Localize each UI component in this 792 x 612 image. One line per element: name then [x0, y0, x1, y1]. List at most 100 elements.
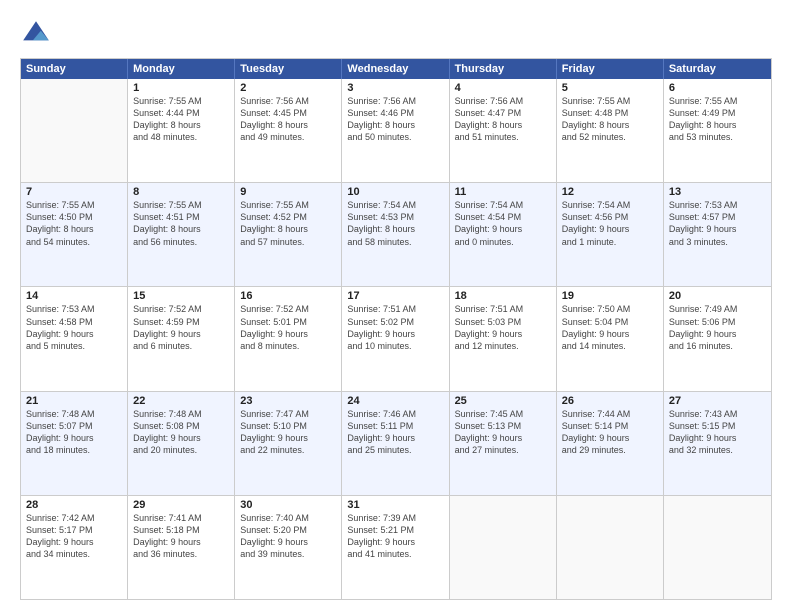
calendar-cell-2-0: 14Sunrise: 7:53 AMSunset: 4:58 PMDayligh… [21, 287, 128, 390]
calendar-cell-4-6 [664, 496, 771, 599]
day-info: Sunrise: 7:53 AMSunset: 4:58 PMDaylight:… [26, 303, 122, 352]
calendar-cell-0-3: 3Sunrise: 7:56 AMSunset: 4:46 PMDaylight… [342, 79, 449, 182]
day-number: 16 [240, 290, 336, 302]
calendar-cell-0-6: 6Sunrise: 7:55 AMSunset: 4:49 PMDaylight… [664, 79, 771, 182]
day-info: Sunrise: 7:52 AMSunset: 4:59 PMDaylight:… [133, 303, 229, 352]
day-number: 30 [240, 499, 336, 511]
day-number: 14 [26, 290, 122, 302]
calendar-cell-2-6: 20Sunrise: 7:49 AMSunset: 5:06 PMDayligh… [664, 287, 771, 390]
calendar-cell-1-1: 8Sunrise: 7:55 AMSunset: 4:51 PMDaylight… [128, 183, 235, 286]
day-info: Sunrise: 7:55 AMSunset: 4:52 PMDaylight:… [240, 199, 336, 248]
day-number: 18 [455, 290, 551, 302]
calendar-cell-2-2: 16Sunrise: 7:52 AMSunset: 5:01 PMDayligh… [235, 287, 342, 390]
header-day-friday: Friday [557, 59, 664, 79]
day-number: 23 [240, 395, 336, 407]
calendar-cell-4-5 [557, 496, 664, 599]
calendar-header: SundayMondayTuesdayWednesdayThursdayFrid… [21, 59, 771, 79]
calendar-row-1: 7Sunrise: 7:55 AMSunset: 4:50 PMDaylight… [21, 182, 771, 286]
day-number: 11 [455, 186, 551, 198]
calendar-cell-0-5: 5Sunrise: 7:55 AMSunset: 4:48 PMDaylight… [557, 79, 664, 182]
day-number: 10 [347, 186, 443, 198]
day-number: 25 [455, 395, 551, 407]
day-number: 20 [669, 290, 766, 302]
calendar-cell-1-3: 10Sunrise: 7:54 AMSunset: 4:53 PMDayligh… [342, 183, 449, 286]
day-info: Sunrise: 7:55 AMSunset: 4:49 PMDaylight:… [669, 95, 766, 144]
day-number: 29 [133, 499, 229, 511]
day-info: Sunrise: 7:54 AMSunset: 4:56 PMDaylight:… [562, 199, 658, 248]
day-number: 4 [455, 82, 551, 94]
day-number: 13 [669, 186, 766, 198]
day-info: Sunrise: 7:46 AMSunset: 5:11 PMDaylight:… [347, 408, 443, 457]
day-number: 21 [26, 395, 122, 407]
header-day-tuesday: Tuesday [235, 59, 342, 79]
day-number: 31 [347, 499, 443, 511]
calendar-cell-2-5: 19Sunrise: 7:50 AMSunset: 5:04 PMDayligh… [557, 287, 664, 390]
day-info: Sunrise: 7:50 AMSunset: 5:04 PMDaylight:… [562, 303, 658, 352]
day-info: Sunrise: 7:54 AMSunset: 4:53 PMDaylight:… [347, 199, 443, 248]
header-day-wednesday: Wednesday [342, 59, 449, 79]
day-info: Sunrise: 7:43 AMSunset: 5:15 PMDaylight:… [669, 408, 766, 457]
day-number: 6 [669, 82, 766, 94]
day-info: Sunrise: 7:47 AMSunset: 5:10 PMDaylight:… [240, 408, 336, 457]
day-number: 17 [347, 290, 443, 302]
day-info: Sunrise: 7:48 AMSunset: 5:07 PMDaylight:… [26, 408, 122, 457]
day-number: 7 [26, 186, 122, 198]
day-number: 1 [133, 82, 229, 94]
calendar-cell-4-2: 30Sunrise: 7:40 AMSunset: 5:20 PMDayligh… [235, 496, 342, 599]
day-info: Sunrise: 7:49 AMSunset: 5:06 PMDaylight:… [669, 303, 766, 352]
calendar-cell-4-1: 29Sunrise: 7:41 AMSunset: 5:18 PMDayligh… [128, 496, 235, 599]
header-day-thursday: Thursday [450, 59, 557, 79]
day-number: 12 [562, 186, 658, 198]
page: SundayMondayTuesdayWednesdayThursdayFrid… [0, 0, 792, 612]
day-info: Sunrise: 7:40 AMSunset: 5:20 PMDaylight:… [240, 512, 336, 561]
calendar-cell-4-4 [450, 496, 557, 599]
calendar-cell-3-6: 27Sunrise: 7:43 AMSunset: 5:15 PMDayligh… [664, 392, 771, 495]
calendar-cell-4-0: 28Sunrise: 7:42 AMSunset: 5:17 PMDayligh… [21, 496, 128, 599]
logo [20, 18, 56, 50]
calendar-cell-3-3: 24Sunrise: 7:46 AMSunset: 5:11 PMDayligh… [342, 392, 449, 495]
logo-icon [20, 18, 52, 50]
day-number: 19 [562, 290, 658, 302]
day-number: 8 [133, 186, 229, 198]
day-info: Sunrise: 7:51 AMSunset: 5:03 PMDaylight:… [455, 303, 551, 352]
calendar-cell-3-2: 23Sunrise: 7:47 AMSunset: 5:10 PMDayligh… [235, 392, 342, 495]
day-info: Sunrise: 7:55 AMSunset: 4:50 PMDaylight:… [26, 199, 122, 248]
calendar-cell-1-5: 12Sunrise: 7:54 AMSunset: 4:56 PMDayligh… [557, 183, 664, 286]
day-info: Sunrise: 7:48 AMSunset: 5:08 PMDaylight:… [133, 408, 229, 457]
header [20, 18, 772, 50]
calendar-cell-3-1: 22Sunrise: 7:48 AMSunset: 5:08 PMDayligh… [128, 392, 235, 495]
calendar-cell-2-1: 15Sunrise: 7:52 AMSunset: 4:59 PMDayligh… [128, 287, 235, 390]
calendar-cell-3-5: 26Sunrise: 7:44 AMSunset: 5:14 PMDayligh… [557, 392, 664, 495]
calendar-cell-0-1: 1Sunrise: 7:55 AMSunset: 4:44 PMDaylight… [128, 79, 235, 182]
day-info: Sunrise: 7:52 AMSunset: 5:01 PMDaylight:… [240, 303, 336, 352]
calendar-body: 1Sunrise: 7:55 AMSunset: 4:44 PMDaylight… [21, 79, 771, 599]
day-info: Sunrise: 7:54 AMSunset: 4:54 PMDaylight:… [455, 199, 551, 248]
day-number: 28 [26, 499, 122, 511]
header-day-saturday: Saturday [664, 59, 771, 79]
calendar-cell-3-4: 25Sunrise: 7:45 AMSunset: 5:13 PMDayligh… [450, 392, 557, 495]
day-info: Sunrise: 7:53 AMSunset: 4:57 PMDaylight:… [669, 199, 766, 248]
calendar-cell-0-4: 4Sunrise: 7:56 AMSunset: 4:47 PMDaylight… [450, 79, 557, 182]
day-info: Sunrise: 7:56 AMSunset: 4:45 PMDaylight:… [240, 95, 336, 144]
calendar-cell-2-4: 18Sunrise: 7:51 AMSunset: 5:03 PMDayligh… [450, 287, 557, 390]
calendar-cell-0-0 [21, 79, 128, 182]
day-number: 27 [669, 395, 766, 407]
calendar-cell-1-2: 9Sunrise: 7:55 AMSunset: 4:52 PMDaylight… [235, 183, 342, 286]
day-number: 22 [133, 395, 229, 407]
calendar: SundayMondayTuesdayWednesdayThursdayFrid… [20, 58, 772, 600]
day-info: Sunrise: 7:55 AMSunset: 4:48 PMDaylight:… [562, 95, 658, 144]
day-number: 5 [562, 82, 658, 94]
day-info: Sunrise: 7:42 AMSunset: 5:17 PMDaylight:… [26, 512, 122, 561]
day-number: 26 [562, 395, 658, 407]
header-day-sunday: Sunday [21, 59, 128, 79]
calendar-cell-3-0: 21Sunrise: 7:48 AMSunset: 5:07 PMDayligh… [21, 392, 128, 495]
calendar-cell-1-0: 7Sunrise: 7:55 AMSunset: 4:50 PMDaylight… [21, 183, 128, 286]
day-number: 15 [133, 290, 229, 302]
day-number: 24 [347, 395, 443, 407]
day-info: Sunrise: 7:45 AMSunset: 5:13 PMDaylight:… [455, 408, 551, 457]
day-number: 9 [240, 186, 336, 198]
day-info: Sunrise: 7:56 AMSunset: 4:46 PMDaylight:… [347, 95, 443, 144]
day-info: Sunrise: 7:55 AMSunset: 4:51 PMDaylight:… [133, 199, 229, 248]
calendar-row-2: 14Sunrise: 7:53 AMSunset: 4:58 PMDayligh… [21, 286, 771, 390]
day-info: Sunrise: 7:41 AMSunset: 5:18 PMDaylight:… [133, 512, 229, 561]
